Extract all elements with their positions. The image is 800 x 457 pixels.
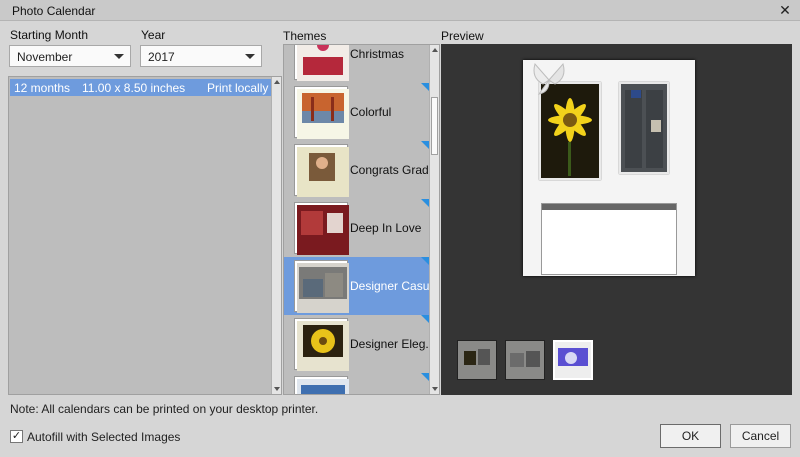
theme-item-deep-in-love[interactable]: Deep In Love [284,199,430,257]
size-list-scrollbar[interactable] [271,77,281,394]
theme-item-christmas[interactable]: Christmas [284,45,430,83]
preview-photo-door [619,82,669,174]
size-row[interactable]: 12 months 11.00 x 8.50 inches Print loca… [10,79,272,96]
butterfly-icon [533,62,565,95]
preview-label: Preview [441,29,484,43]
size-list: 12 months 11.00 x 8.50 inches Print loca… [8,76,282,395]
preview-thumbnail-selected[interactable] [553,340,593,380]
calendar-grid [541,203,677,275]
scroll-down-icon[interactable] [274,387,280,391]
chevron-down-icon [114,54,124,59]
theme-thumbnail [295,87,349,139]
preview-thumbnail[interactable] [505,340,545,380]
autofill-label[interactable]: Autofill with Selected Images [27,430,180,444]
theme-item-congrats-grad[interactable]: Congrats Grad... [284,141,439,199]
theme-name: Colorful [350,105,392,119]
theme-thumbnail [295,377,349,394]
printing-note: Note: All calendars can be printed on yo… [10,402,319,416]
preview-pane [441,44,792,395]
size-row-dimensions: 11.00 x 8.50 inches [82,81,186,95]
theme-item[interactable] [284,373,430,394]
theme-name: Congrats Grad... [350,163,439,177]
theme-thumbnail [295,145,349,197]
theme-name: Designer Eleg... [350,337,436,351]
scrollbar-thumb[interactable] [431,97,438,155]
autofill-checkbox[interactable]: ✓ [10,430,23,443]
chevron-down-icon [245,54,255,59]
close-icon[interactable]: ✕ [776,1,794,19]
window-title: Photo Calendar [12,4,96,18]
title-bar: Photo Calendar ✕ [0,0,800,21]
theme-name: Christmas [350,47,405,61]
theme-thumbnail [295,45,349,81]
theme-thumbnail [295,319,349,371]
starting-month-dropdown[interactable]: November [9,45,131,67]
themes-list: Christmas Colorful Congrats Grad... Deep… [283,44,440,395]
starting-month-value: November [17,50,73,64]
theme-thumbnail [295,203,349,255]
size-row-months: 12 months [14,81,71,95]
theme-item-designer-elegant[interactable]: Designer Eleg... [284,315,435,373]
starting-month-label: Starting Month [10,28,89,42]
size-row-destination: Print locally [207,81,269,95]
scroll-up-icon[interactable] [432,48,438,52]
ok-button[interactable]: OK [660,424,721,448]
scroll-up-icon[interactable] [274,80,280,84]
preview-thumbnail[interactable] [457,340,497,380]
year-label: Year [141,28,166,42]
theme-item-designer-casual[interactable]: Designer Casual [284,257,439,315]
theme-item-colorful[interactable]: Colorful [284,83,430,141]
calendar-preview-page [523,60,695,276]
theme-name: Designer Casual [350,279,439,293]
scroll-down-icon[interactable] [432,387,438,391]
theme-name: Deep In Love [350,221,422,235]
themes-scrollbar[interactable] [429,45,439,394]
cancel-button[interactable]: Cancel [730,424,791,448]
themes-label: Themes [283,29,327,43]
theme-thumbnail [295,261,349,313]
year-dropdown[interactable]: 2017 [140,45,262,67]
year-value: 2017 [148,50,175,64]
